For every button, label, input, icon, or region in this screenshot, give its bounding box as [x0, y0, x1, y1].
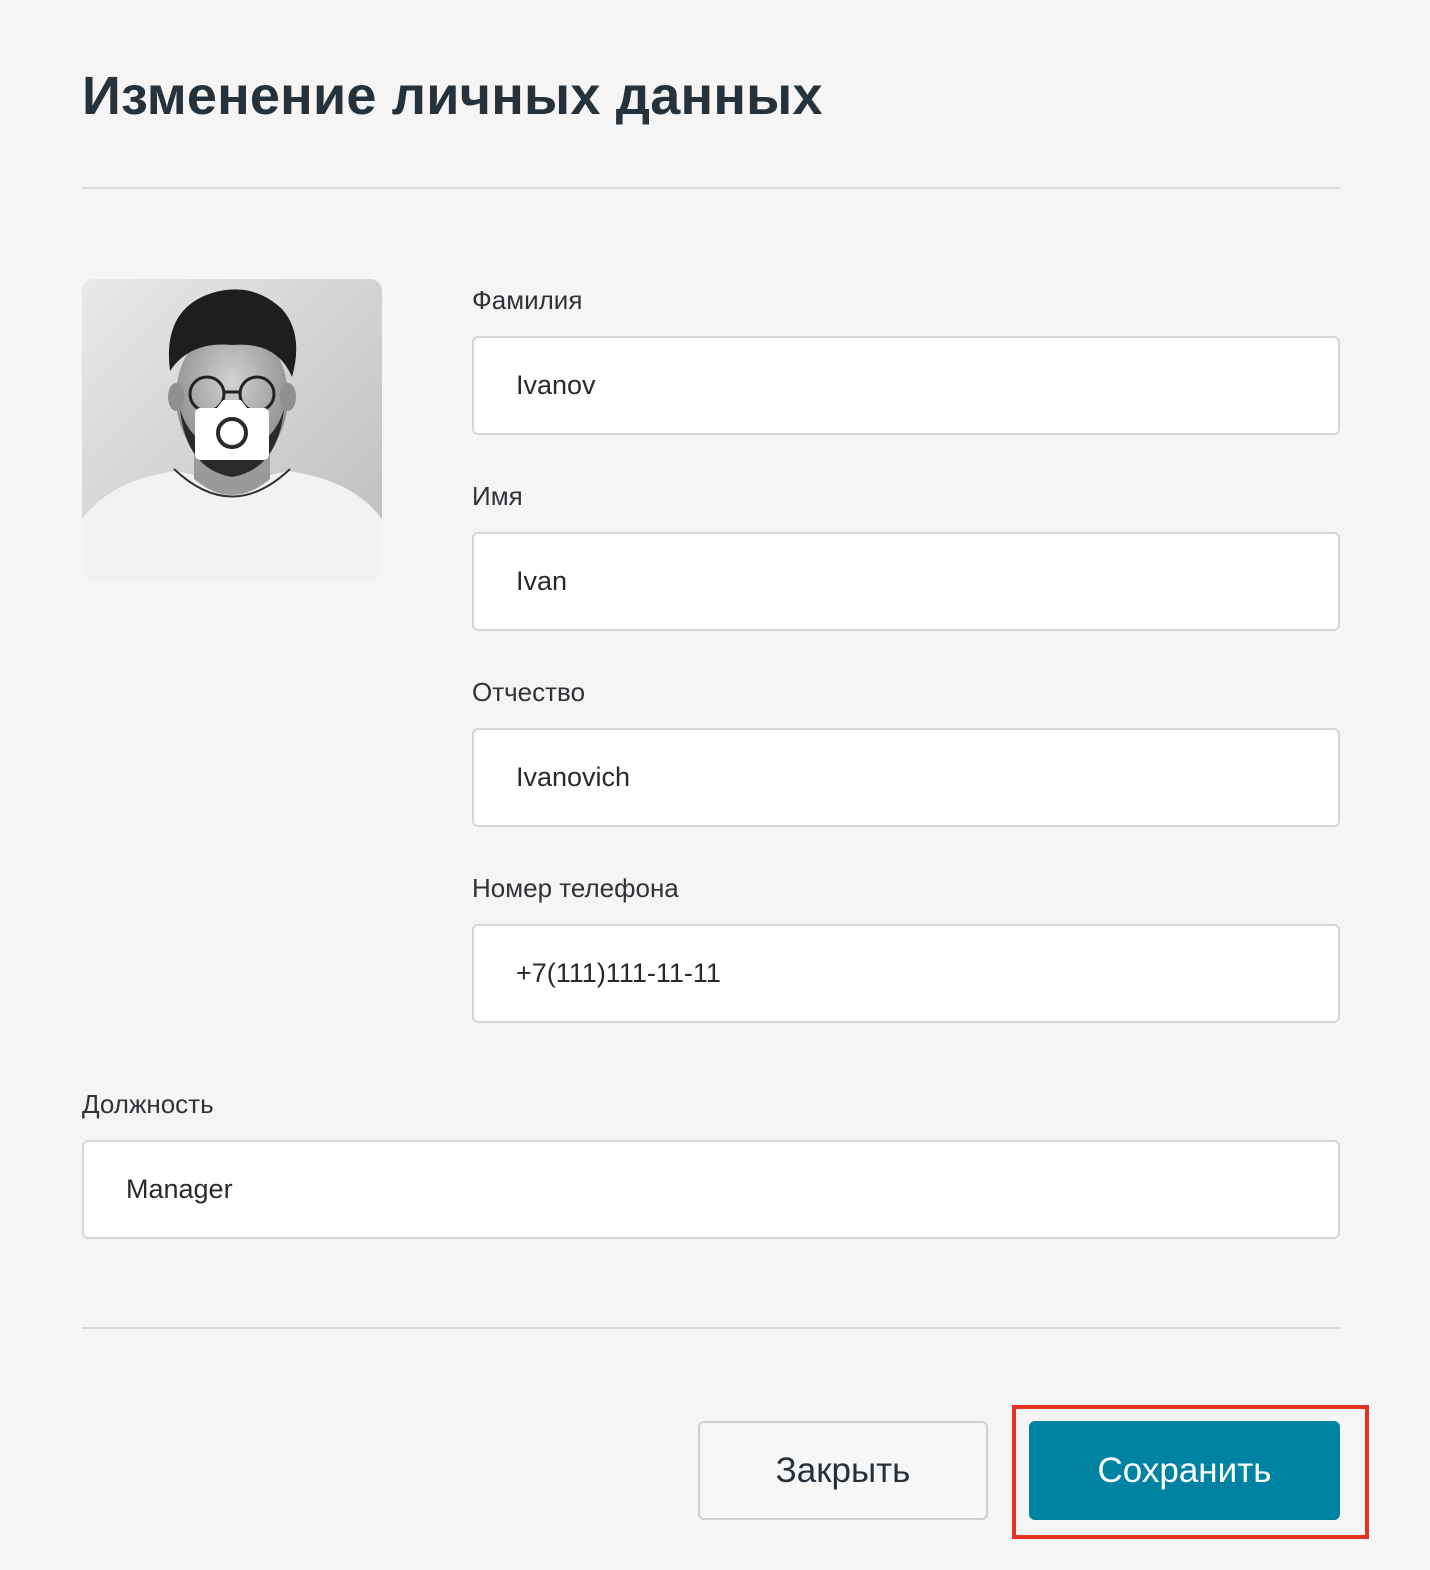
last-name-input[interactable] — [472, 336, 1340, 435]
avatar-upload[interactable] — [82, 279, 382, 579]
patronymic-label: Отчество — [472, 677, 586, 707]
save-button[interactable]: Сохранить — [1029, 1421, 1340, 1520]
patronymic-input[interactable] — [472, 728, 1340, 827]
phone-label: Номер телефона — [472, 873, 679, 903]
last-name-label: Фамилия — [472, 285, 583, 315]
phone-input[interactable] — [472, 924, 1340, 1023]
header-divider — [82, 187, 1340, 189]
camera-icon[interactable] — [195, 398, 269, 460]
position-input[interactable] — [82, 1140, 1340, 1239]
footer-divider — [82, 1327, 1340, 1329]
first-name-label: Имя — [472, 481, 523, 511]
close-button[interactable]: Закрыть — [698, 1421, 988, 1520]
page-title: Изменение личных данных — [82, 66, 823, 126]
position-label: Должность — [82, 1089, 214, 1119]
first-name-input[interactable] — [472, 532, 1340, 631]
